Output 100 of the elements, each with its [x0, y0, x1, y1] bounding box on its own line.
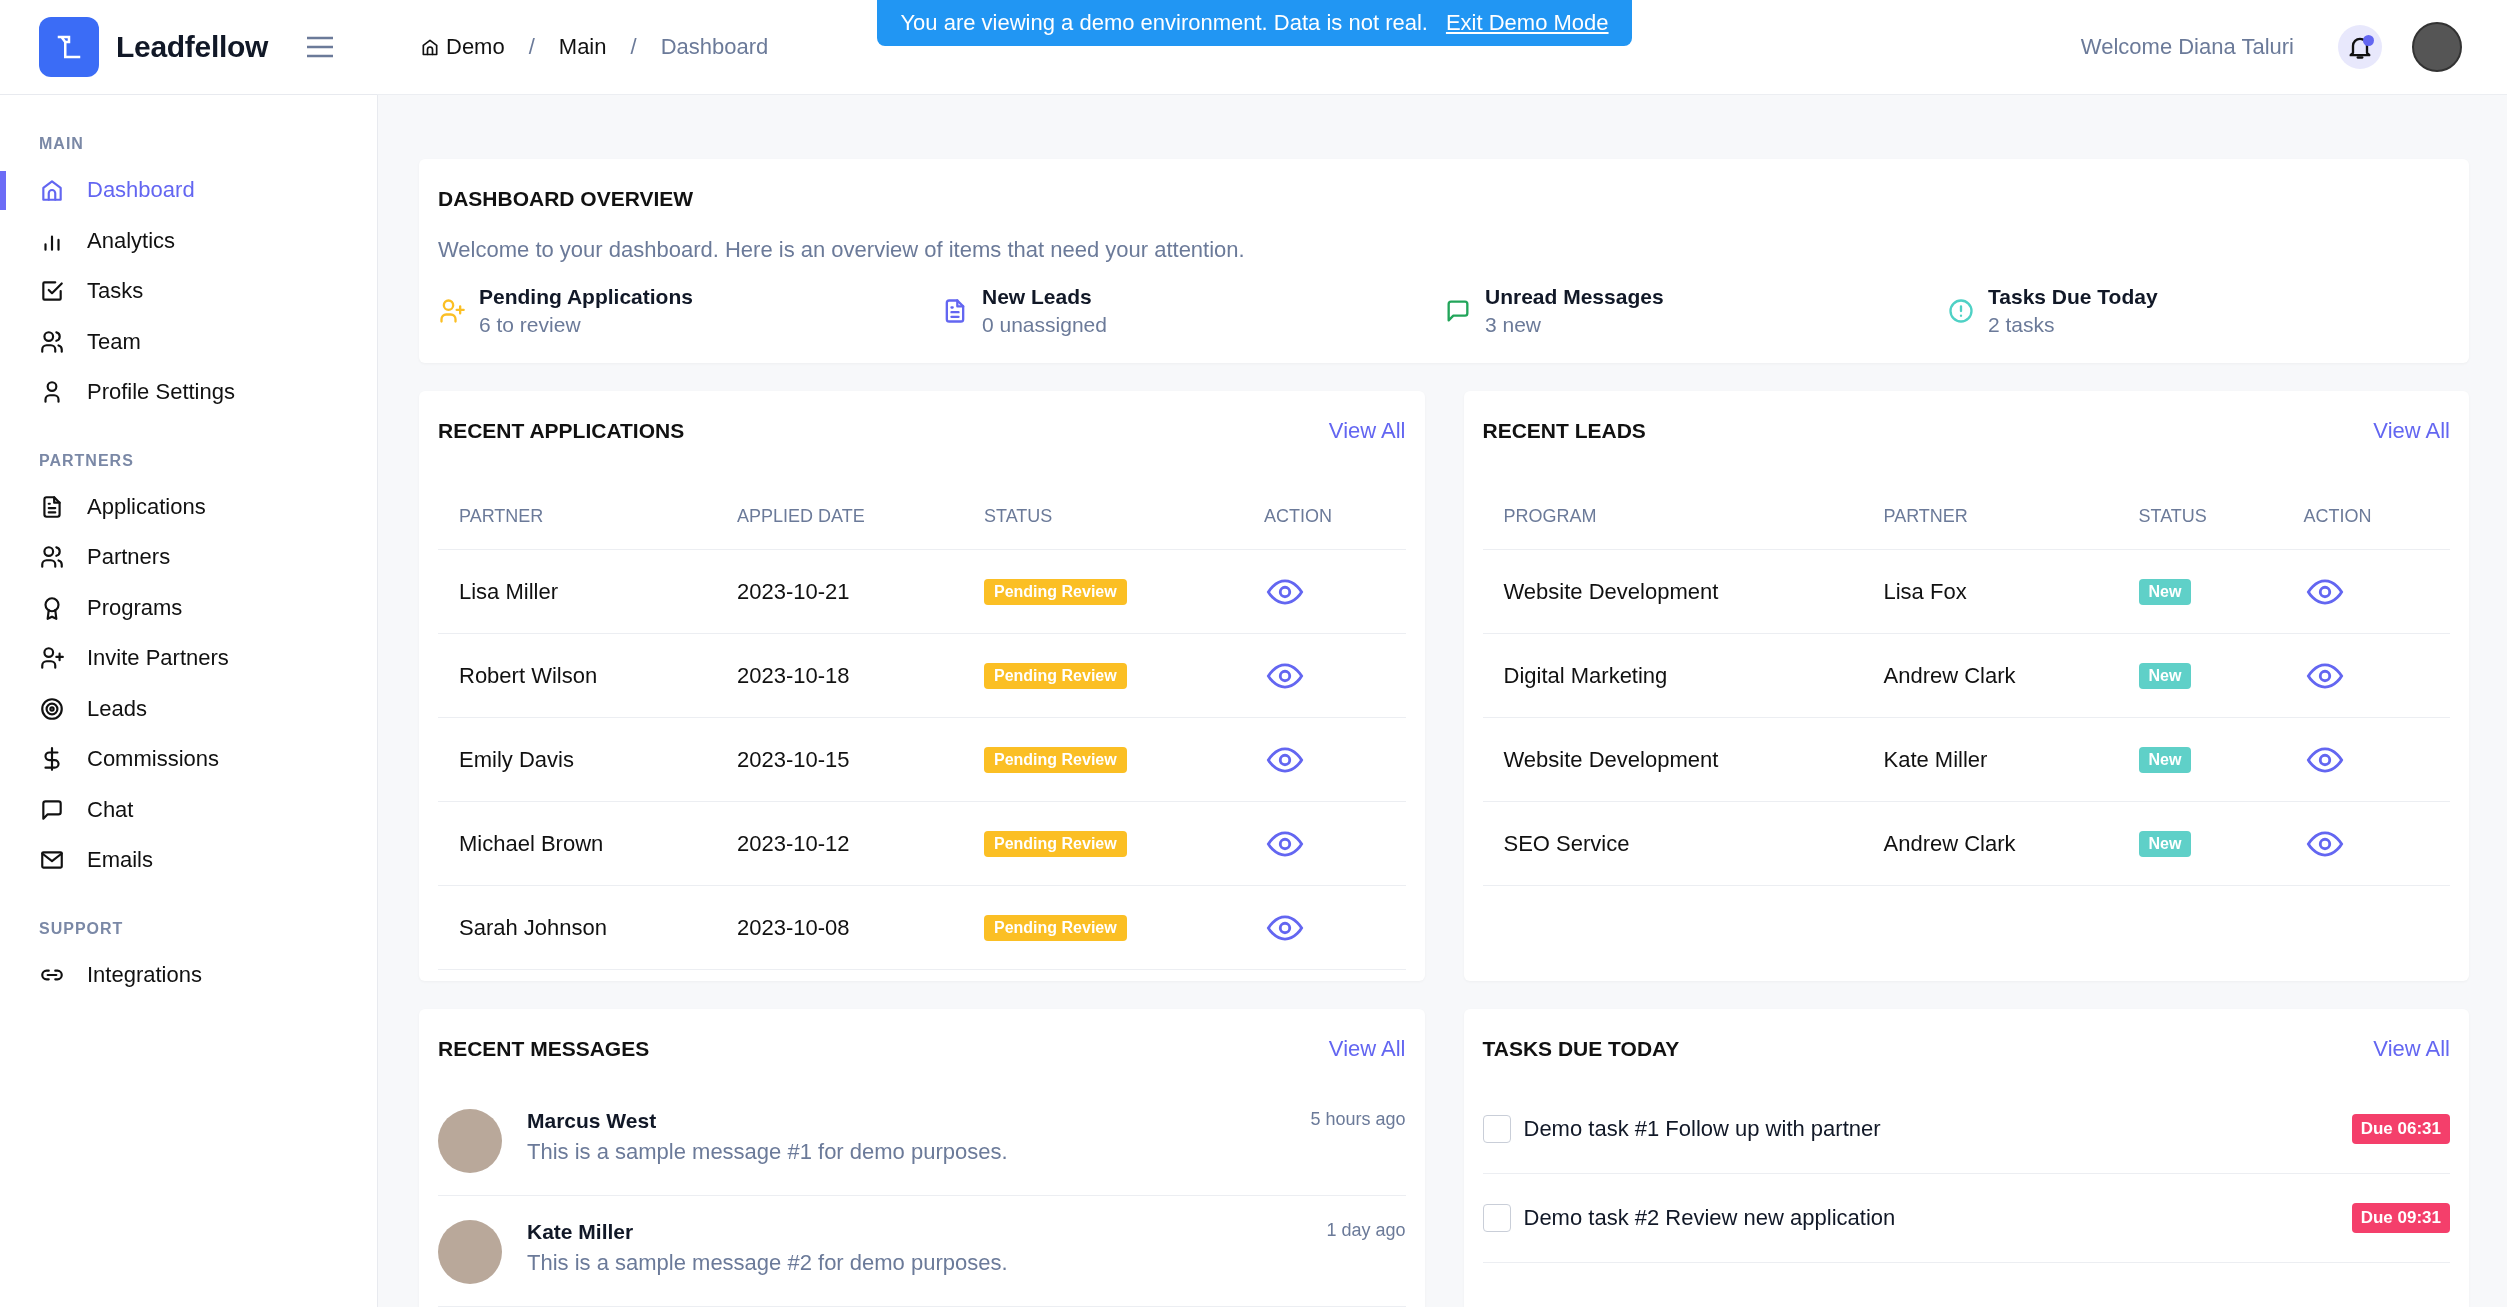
card-title: RECENT LEADS	[1482, 419, 1646, 443]
checkbox[interactable]	[1482, 1115, 1511, 1143]
task-text: Demo task #2 Review new application	[1523, 1205, 1897, 1231]
message-time: 5 hours ago	[1310, 1109, 1406, 1131]
welcome-text: Welcome Diana Taluri	[2080, 34, 2294, 60]
sidebar-item[interactable]: Analytics	[0, 215, 377, 266]
table-cell-text: Lisa Miller	[459, 578, 560, 605]
card-title: DASHBOARD OVERVIEW	[438, 187, 694, 211]
table-cell-text: Lisa Fox	[1883, 578, 1968, 605]
column-header: PROGRAM	[1503, 505, 1598, 527]
logo-text: Leadfellow	[116, 30, 269, 64]
column-header: ACTION	[2303, 505, 2373, 527]
table-cell-text: 2023-10-08	[737, 914, 851, 941]
stat-label: Unread Messages	[1485, 285, 1664, 309]
home-icon	[420, 37, 440, 57]
due-badge: Due 06:31	[2351, 1114, 2450, 1144]
stat-label: Tasks Due Today	[1988, 285, 2158, 309]
status-badge: Pending Review	[984, 830, 1127, 857]
home-icon	[39, 177, 65, 204]
breadcrumb-link[interactable]: Main	[558, 34, 607, 60]
due-badge: Due 09:31	[2351, 1203, 2450, 1233]
table-cell-text: SEO Service	[1503, 830, 1631, 857]
status-badge: New	[2138, 830, 2192, 857]
table-cell-text: 2023-10-21	[737, 578, 851, 605]
users-icon	[39, 544, 65, 571]
status-badge: Pending Review	[984, 914, 1127, 941]
column-header: ACTION	[1264, 505, 1333, 527]
sidebar-item[interactable]: Applications	[0, 481, 377, 532]
table-cell-text: Emily Davis	[459, 746, 575, 773]
task-text: Demo task #1 Follow up with partner	[1523, 1116, 1882, 1142]
card-title: TASKS DUE TODAY	[1482, 1037, 1680, 1061]
table-cell-text: Michael Brown	[459, 830, 605, 857]
column-header: STATUS	[2138, 505, 2208, 527]
breadcrumb-link[interactable]: Dashboard	[660, 34, 769, 60]
banner-text: You are viewing a demo environment. Data is not real.	[900, 10, 1428, 36]
sidebar-item[interactable]: Leads	[0, 683, 377, 734]
section-heading: MAIN	[38, 135, 85, 153]
sender-name: Kate Miller	[527, 1220, 634, 1244]
status-badge: Pending Review	[984, 662, 1127, 689]
card-title: RECENT APPLICATIONS	[438, 419, 685, 443]
info-icon	[1947, 297, 1975, 325]
status-badge: New	[2138, 746, 2192, 773]
user-avatar[interactable]	[2412, 22, 2462, 72]
logo-icon	[39, 17, 99, 77]
breadcrumb-separator: /	[630, 34, 637, 60]
message-text: This is a sample message #1 for demo purposes.	[527, 1139, 1009, 1165]
table-cell-text: 2023-10-12	[737, 830, 851, 857]
card-title: RECENT MESSAGES	[438, 1037, 650, 1061]
stat-label: Pending Applications	[479, 285, 693, 309]
stat-detail: 2 tasks	[1988, 313, 2056, 337]
table-cell-text: Andrew Clark	[1883, 830, 2017, 857]
table-cell-text: Digital Marketing	[1503, 662, 1669, 689]
sidebar-item[interactable]: Programs	[0, 582, 377, 633]
breadcrumb-separator: /	[528, 34, 535, 60]
sidebar-item[interactable]: Chat	[0, 784, 377, 835]
stat-detail: 3 new	[1485, 313, 1543, 337]
table-cell-text: Sarah Johnson	[459, 914, 608, 941]
sidebar-item[interactable]: Invite Partners	[0, 633, 377, 684]
breadcrumb-link[interactable]: Demo	[420, 34, 505, 60]
table-cell-text: 2023-10-15	[737, 746, 851, 773]
user-plus-icon	[39, 645, 65, 672]
intro-text: Welcome to your dashboard. Here is an overview of items that need your attention.	[438, 237, 1246, 263]
column-header: STATUS	[984, 505, 1054, 527]
table-cell-text: Kate Miller	[1883, 746, 1989, 773]
view-all-link[interactable]: View All	[1328, 418, 1406, 444]
message-time: 1 day ago	[1326, 1220, 1406, 1242]
view-all-link[interactable]: View All	[2373, 1036, 2450, 1062]
stat-detail: 0 unassigned	[982, 313, 1107, 337]
sidebar-item[interactable]: Profile Settings	[0, 367, 377, 418]
sidebar-item[interactable]: Commissions	[0, 734, 377, 785]
column-header: PARTNER	[459, 505, 545, 527]
table-cell-text: Robert Wilson	[459, 662, 599, 689]
target-icon	[39, 695, 65, 722]
user-plus-icon	[438, 297, 466, 325]
status-badge: New	[2138, 662, 2192, 689]
sidebar-item[interactable]: Partners	[0, 532, 377, 583]
section-heading: PARTNERS	[38, 451, 135, 470]
sidebar-item[interactable]: Integrations	[0, 949, 377, 1000]
sidebar-item[interactable]: Dashboard	[0, 165, 377, 216]
notification-button[interactable]	[2338, 25, 2382, 69]
stat-label: New Leads	[982, 285, 1093, 309]
sidebar-item[interactable]: Tasks	[0, 266, 377, 317]
sidebar-item[interactable]: Emails	[0, 835, 377, 886]
checkbox[interactable]	[1482, 1204, 1511, 1232]
status-badge: New	[2138, 578, 2192, 605]
view-all-link[interactable]: View All	[1328, 1036, 1406, 1062]
column-header: APPLIED DATE	[737, 505, 866, 527]
users-icon	[39, 328, 65, 355]
status-badge: Pending Review	[984, 746, 1127, 773]
stat-detail: 6 to review	[479, 313, 582, 337]
sidebar-item[interactable]: Team	[0, 316, 377, 367]
table-cell-text: Website Development	[1503, 578, 1720, 605]
message-text: This is a sample message #2 for demo purposes.	[527, 1250, 1009, 1276]
table-cell-text: 2023-10-18	[737, 662, 851, 689]
sender-name: Marcus West	[527, 1109, 657, 1133]
view-all-link[interactable]: View All	[2373, 418, 2450, 444]
column-header: PARTNER	[1883, 505, 1969, 527]
table-cell-text: Website Development	[1503, 746, 1720, 773]
table-cell-text: Andrew Clark	[1883, 662, 2017, 689]
section-heading: SUPPORT	[38, 919, 125, 938]
